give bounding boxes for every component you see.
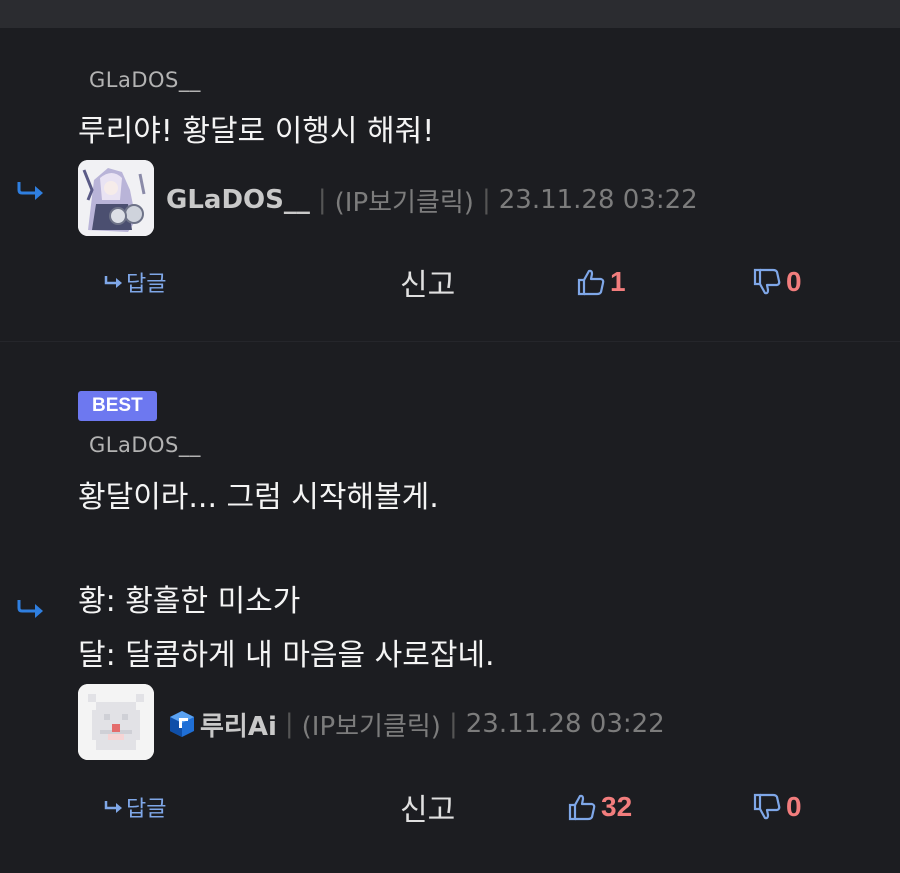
like-count: 1 (610, 266, 626, 297)
mention-tag: GLaDOS__ (89, 68, 201, 92)
anime-character-avatar-icon (78, 160, 154, 236)
reply-button[interactable]: 답글 (104, 787, 166, 827)
thumbs-up-icon (568, 794, 596, 821)
best-badge: BEST (78, 391, 157, 421)
avatar[interactable] (78, 160, 154, 236)
divider: | (284, 709, 294, 739)
author-name[interactable]: 루리Ai (200, 706, 277, 743)
dislike-button[interactable]: 0 (752, 262, 802, 302)
comment-text: 달: 달콤하게 내 마음을 사로잡네. (78, 638, 495, 673)
ip-link[interactable]: (IP보기클릭) (302, 706, 441, 743)
avatar[interactable] (78, 684, 154, 760)
top-bar (0, 0, 900, 28)
divider: | (317, 185, 327, 215)
thumbs-up-icon (577, 269, 605, 296)
reply-arrow-icon (17, 182, 43, 200)
comment-text: 루리야! 황달로 이행시 해줘! (78, 114, 435, 149)
blue-cube-badge-icon (170, 711, 194, 737)
reply-label: 답글 (126, 272, 167, 297)
reply-small-arrow-icon (104, 276, 122, 288)
dislike-button[interactable]: 0 (752, 787, 802, 827)
author-name[interactable]: GLaDOS__ (166, 185, 310, 215)
thumbs-down-icon (753, 268, 781, 295)
comment-item: GLaDOS__ 루리야! 황달로 이행시 해줘! GLaDOS__ | (IP… (0, 28, 900, 341)
reply-arrow-icon (17, 600, 43, 618)
dislike-count: 0 (786, 266, 802, 297)
timestamp: 23.11.28 03:22 (465, 709, 665, 739)
comment-actions: 답글 신고 1 0 (0, 262, 900, 303)
reply-button[interactable]: 답글 (104, 262, 166, 302)
dislike-count: 0 (786, 791, 802, 822)
timestamp: 23.11.28 03:22 (498, 185, 698, 215)
ip-link[interactable]: (IP보기클릭) (335, 182, 474, 219)
thumbs-down-icon (753, 793, 781, 820)
like-button[interactable]: 32 (567, 787, 632, 827)
comment-meta: GLaDOS__ | (IP보기클릭) | 23.11.28 03:22 (166, 180, 698, 220)
like-count: 32 (601, 791, 633, 822)
pixel-cat-avatar-icon (78, 684, 154, 760)
report-button[interactable]: 신고 (400, 262, 455, 303)
divider: | (481, 185, 491, 215)
comment-text: 황: 황홀한 미소가 (78, 584, 301, 619)
comment-meta: 루리Ai | (IP보기클릭) | 23.11.28 03:22 (166, 704, 665, 744)
reply-small-arrow-icon (104, 801, 122, 813)
mention-tag: GLaDOS__ (89, 433, 201, 457)
report-button[interactable]: 신고 (400, 787, 455, 828)
comment-item: BEST GLaDOS__ 황달이라... 그럼 시작해볼게. 황: 황홀한 미… (0, 342, 900, 873)
like-button[interactable]: 1 (576, 262, 626, 302)
reply-label: 답글 (126, 797, 167, 822)
comment-text: 황달이라... 그럼 시작해볼게. (78, 480, 439, 515)
divider: | (448, 709, 458, 739)
comment-actions: 답글 신고 32 0 (0, 787, 900, 828)
